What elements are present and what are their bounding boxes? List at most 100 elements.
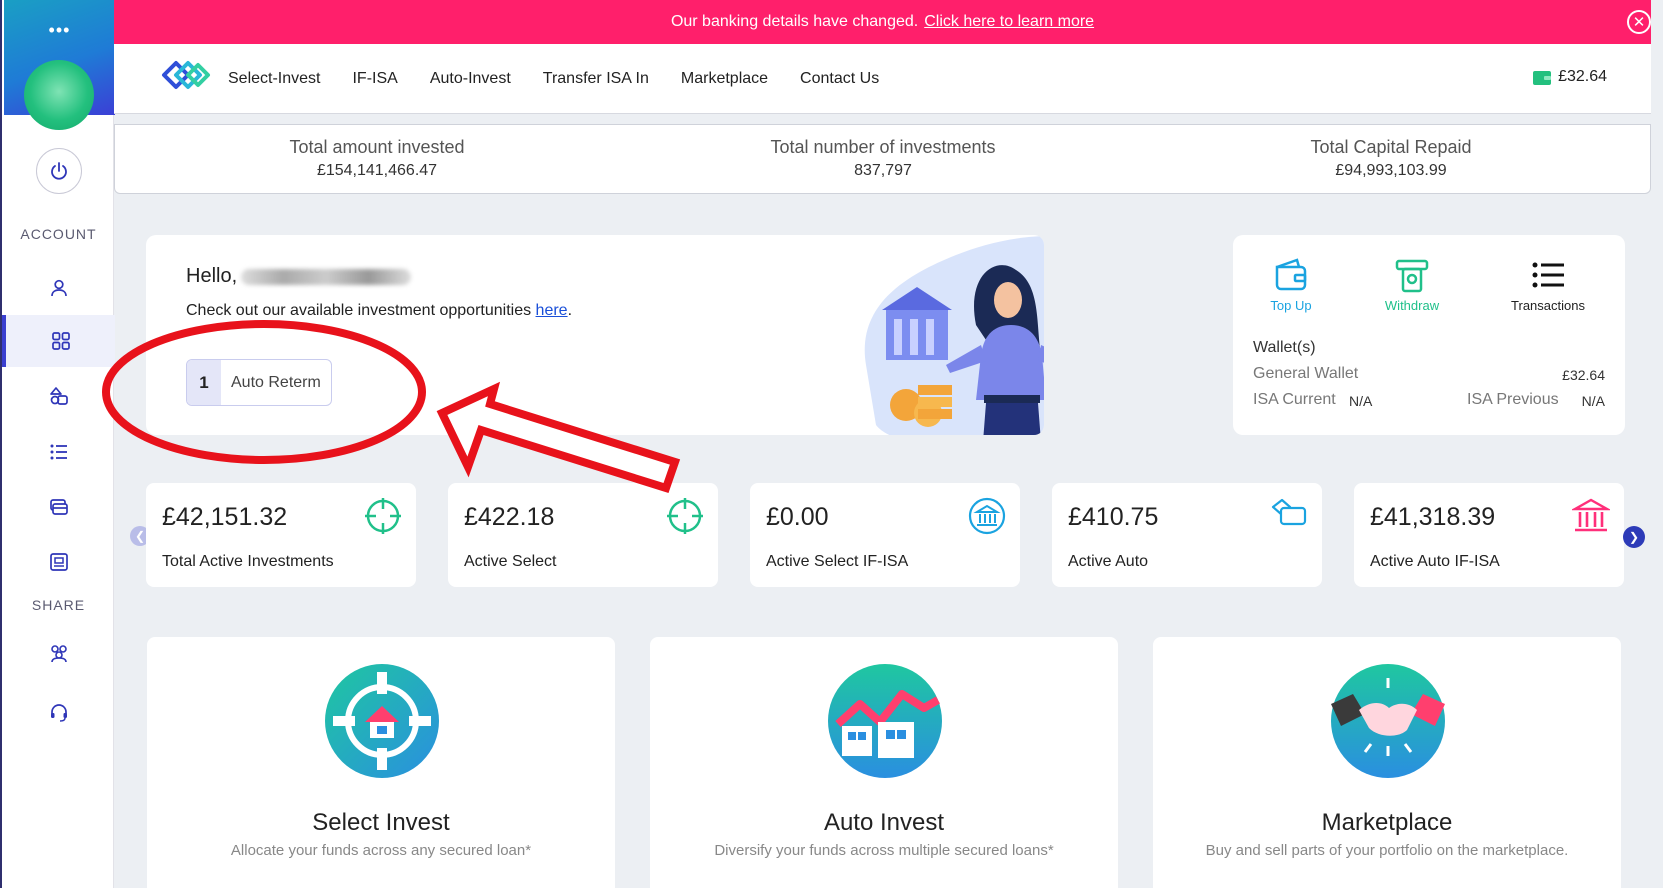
top-nav: Select-Invest IF-ISA Auto-Invest Transfe… — [114, 44, 1651, 114]
stat-label: Total Capital Repaid — [1310, 137, 1472, 157]
more-dots-icon[interactable]: ••• — [4, 20, 115, 41]
nav-link-if-isa[interactable]: IF-ISA — [352, 70, 397, 88]
stat-value: 837,797 — [854, 162, 912, 179]
banner-text: Our banking details have changed. — [670, 13, 919, 30]
auto-reterm-label: Auto Reterm — [231, 373, 321, 391]
feature-card-marketplace[interactable]: Marketplace Buy and sell parts of your p… — [1153, 637, 1621, 888]
greeting-text: Hello, — [186, 265, 238, 287]
headset-icon — [50, 704, 67, 722]
app-window: ••• ACCOUNT SHARE Our banking details ha… — [0, 0, 1663, 888]
nav-link-contact-us[interactable]: Contact Us — [800, 70, 879, 88]
feature-card-select-invest[interactable]: Select Invest Allocate your funds across… — [147, 637, 615, 888]
brand-logo[interactable] — [160, 58, 212, 97]
nav-link-transfer-isa[interactable]: Transfer ISA In — [543, 70, 649, 88]
sidebar-item-profile[interactable] — [2, 262, 115, 314]
investor-illustration — [864, 236, 1044, 435]
feature-subtitle: Diversify your funds across multiple sec… — [714, 842, 1054, 859]
kpi-value: £41,318.39 — [1370, 503, 1496, 531]
isa-current-value: N/A — [1349, 393, 1373, 409]
transactions-button[interactable]: Transactions — [1503, 257, 1593, 313]
platform-stats: Total amount invested £154,141,466.47 To… — [114, 124, 1651, 194]
main-content: Our banking details have changed. Click … — [114, 0, 1651, 888]
kpi-value: £410.75 — [1068, 503, 1159, 531]
withdraw-button[interactable]: Withdraw — [1367, 257, 1457, 313]
isa-previous-label: ISA Previous — [1467, 391, 1559, 408]
nav-link-marketplace[interactable]: Marketplace — [681, 70, 768, 88]
welcome-subtext-end: . — [567, 302, 573, 319]
sidebar: ••• ACCOUNT SHARE — [0, 0, 115, 888]
stat-label: Total number of investments — [770, 137, 996, 157]
nav-link-auto-invest[interactable]: Auto-Invest — [430, 70, 511, 88]
wallet-icon — [1275, 258, 1307, 291]
greeting: Hello, — [186, 265, 412, 288]
top-up-label: Top Up — [1270, 298, 1312, 313]
house-target-icon — [325, 664, 439, 778]
kpi-card-active-auto-isa[interactable]: £41,318.39 Active Auto IF-ISA — [1354, 483, 1624, 587]
list-icon — [1532, 262, 1564, 288]
feature-card-auto-invest[interactable]: Auto Invest Diversify your funds across … — [650, 637, 1118, 888]
bank-circle-icon — [968, 497, 1006, 535]
sidebar-item-cards[interactable] — [2, 481, 115, 533]
banner-link[interactable]: Click here to learn more — [924, 13, 1094, 31]
close-icon[interactable]: ✕ — [1627, 10, 1651, 34]
general-wallet-value: £32.64 — [1562, 367, 1605, 383]
carousel-next-button[interactable]: ❯ — [1623, 526, 1645, 548]
stat-label: Total amount invested — [289, 137, 465, 157]
isa-previous-value: N/A — [1581, 393, 1605, 409]
withdraw-label: Withdraw — [1384, 298, 1440, 313]
kpi-card-active-select-isa[interactable]: £0.00 Active Select IF-ISA — [750, 483, 1020, 587]
sidebar-item-refer[interactable] — [2, 628, 115, 680]
grid-icon — [51, 332, 70, 350]
sidebar-item-statements[interactable] — [2, 536, 115, 588]
feature-subtitle: Allocate your funds across any secured l… — [230, 842, 532, 859]
power-icon[interactable] — [36, 148, 82, 194]
auto-reterm-count: 1 — [187, 360, 221, 405]
announcement-banner: Our banking details have changed. Click … — [114, 0, 1651, 44]
target-icon — [667, 498, 703, 534]
sidebar-item-transactions-list[interactable] — [2, 426, 115, 478]
bank-icon — [1572, 498, 1610, 532]
transactions-label: Transactions — [1511, 298, 1585, 313]
document-icon — [49, 553, 68, 571]
shapes-icon — [49, 387, 68, 405]
redacted-username — [241, 268, 412, 285]
wallet-icon — [1533, 71, 1552, 85]
avatar[interactable] — [24, 60, 94, 130]
feature-title: Select Invest — [312, 809, 450, 836]
stat-capital-repaid: Total Capital Repaid £94,993,103.99 — [1191, 137, 1591, 180]
atm-icon — [1395, 259, 1429, 293]
stat-value: £154,141,466.47 — [316, 162, 438, 179]
wallets-title: Wallet(s) — [1253, 339, 1316, 356]
stacked-cards-icon — [1271, 498, 1307, 526]
kpi-value: £0.00 — [766, 503, 829, 531]
kpi-label: Active Select — [464, 553, 557, 570]
sidebar-item-support[interactable] — [2, 686, 115, 738]
feature-title: Marketplace — [1321, 809, 1453, 836]
feature-title: Auto Invest — [823, 809, 945, 836]
feature-subtitle: Buy and sell parts of your portfolio on … — [1205, 842, 1569, 859]
kpi-value: £422.18 — [464, 503, 555, 531]
sidebar-section-share: SHARE — [31, 597, 86, 613]
kpi-card-active-select[interactable]: £422.18 Active Select — [448, 483, 718, 587]
wallet-card: Top Up Withdraw Transactions Wallet(s) G… — [1233, 235, 1625, 435]
stat-total-investments: Total number of investments 837,797 — [683, 137, 1083, 180]
nav-links: Select-Invest IF-ISA Auto-Invest Transfe… — [228, 44, 911, 114]
kpi-label: Active Auto — [1068, 553, 1149, 570]
top-up-button[interactable]: Top Up — [1246, 257, 1336, 313]
kpi-card-active-auto[interactable]: £410.75 Active Auto — [1052, 483, 1322, 587]
opportunities-link[interactable]: here — [536, 302, 568, 319]
kpi-card-total-active[interactable]: £42,151.32 Total Active Investments — [146, 483, 416, 587]
list-icon — [50, 444, 67, 460]
general-wallet-label: General Wallet — [1253, 365, 1359, 382]
handshake-icon — [1331, 664, 1445, 778]
sidebar-section-account: ACCOUNT — [20, 226, 97, 242]
nav-link-select-invest[interactable]: Select-Invest — [228, 70, 320, 88]
wallet-balance[interactable]: £32.64 — [1532, 68, 1607, 86]
sidebar-item-portfolio[interactable] — [2, 370, 115, 422]
people-icon — [50, 645, 67, 663]
welcome-card: Hello, Check out our available investmen… — [146, 235, 1044, 435]
kpi-label: Active Select IF-ISA — [766, 553, 909, 570]
auto-reterm-button[interactable]: 1 Auto Reterm — [186, 359, 332, 406]
sidebar-item-dashboard[interactable] — [2, 315, 115, 367]
welcome-subtext: Check out our available investment oppor… — [186, 302, 572, 320]
